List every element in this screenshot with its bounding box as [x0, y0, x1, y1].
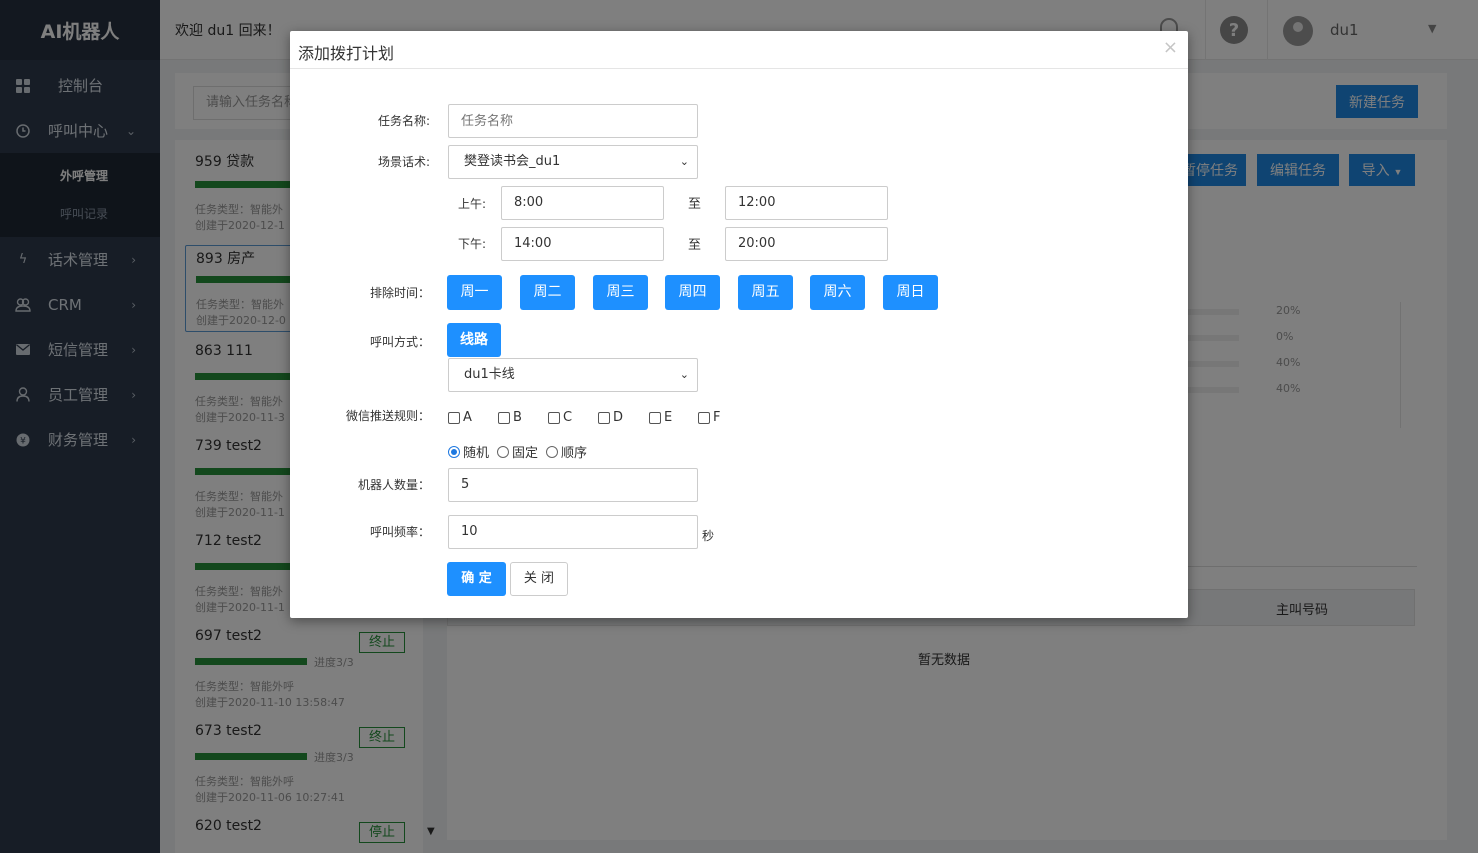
checkbox-label: B	[513, 410, 522, 425]
radio-circle[interactable]	[546, 445, 558, 458]
day-button-tue[interactable]: 周二	[520, 275, 575, 310]
day-button-mon[interactable]: 周一	[447, 275, 502, 310]
checkbox-label: C	[563, 410, 573, 425]
checkbox-c[interactable]: C	[548, 410, 572, 425]
radio-fixed[interactable]: 固定	[497, 442, 538, 461]
wechat-rule-label: 微信推送规则：	[345, 409, 430, 423]
add-call-plan-dialog: 添加拨打计划 × 任务名称: 场景话术: 樊登读书会_du1 ⌄ 上午: 8:0…	[290, 31, 1188, 618]
task-name-input[interactable]	[448, 104, 698, 138]
radio-circle[interactable]	[497, 445, 509, 458]
pm-end-input[interactable]: 20:00	[725, 227, 888, 261]
radio-circle[interactable]	[448, 445, 460, 458]
pm-label: 下午:	[458, 237, 487, 251]
checkbox-label: E	[664, 410, 673, 425]
call-frequency-label: 呼叫频率：	[369, 525, 430, 539]
checkbox-label: D	[613, 410, 624, 425]
day-button-sun[interactable]: 周日	[883, 275, 938, 310]
am-label: 上午:	[458, 197, 487, 211]
am-start-input[interactable]: 8:00	[501, 186, 664, 220]
exclude-time-label: 排除时间：	[369, 286, 430, 300]
to-label: 至	[688, 197, 702, 212]
radio-label: 固定	[512, 446, 539, 461]
checkbox-label: A	[463, 410, 472, 425]
task-name-label: 任务名称:	[377, 114, 430, 128]
day-button-sat[interactable]: 周六	[810, 275, 865, 310]
radio-label: 顺序	[561, 446, 588, 461]
checkbox-box[interactable]	[448, 411, 460, 424]
call-frequency-input[interactable]: 10	[448, 515, 698, 549]
scene-label: 场景话术:	[377, 155, 430, 169]
checkbox-a[interactable]: A	[448, 410, 472, 425]
checkbox-d[interactable]: D	[598, 410, 623, 425]
chevron-down-icon: ⌄	[679, 368, 689, 381]
call-method-label: 呼叫方式：	[369, 335, 430, 349]
checkbox-box[interactable]	[498, 411, 510, 424]
line-button[interactable]: 线路	[447, 323, 501, 357]
pm-start-input[interactable]: 14:00	[501, 227, 664, 261]
to-label: 至	[688, 238, 702, 253]
robot-count-input[interactable]: 5	[448, 468, 698, 502]
chevron-down-icon: ⌄	[679, 155, 689, 168]
day-button-thu[interactable]: 周四	[665, 275, 720, 310]
radio-sequential[interactable]: 顺序	[546, 442, 587, 461]
am-end-input[interactable]: 12:00	[725, 186, 888, 220]
checkbox-b[interactable]: B	[498, 410, 522, 425]
radio-label: 随机	[463, 446, 490, 461]
modal-title: 添加拨打计划	[298, 44, 395, 63]
radio-random[interactable]: 随机	[448, 442, 489, 461]
checkbox-box[interactable]	[548, 411, 560, 424]
close-icon[interactable]: ×	[1163, 37, 1178, 58]
robot-count-label: 机器人数量：	[357, 478, 430, 492]
scene-selected-value: 樊登读书会_du1	[464, 154, 561, 169]
confirm-button[interactable]: 确 定	[447, 562, 506, 596]
day-button-wed[interactable]: 周三	[593, 275, 648, 310]
checkbox-box[interactable]	[598, 411, 610, 424]
line-select[interactable]: du1卡线 ⌄	[448, 358, 698, 392]
checkbox-box[interactable]	[649, 411, 661, 424]
checkbox-box[interactable]	[698, 411, 710, 424]
close-button[interactable]: 关 闭	[510, 562, 568, 596]
modal-header: 添加拨打计划 ×	[290, 31, 1188, 69]
checkbox-f[interactable]: F	[698, 410, 720, 425]
frequency-unit: 秒	[702, 529, 715, 543]
checkbox-e[interactable]: E	[649, 410, 672, 425]
day-button-fri[interactable]: 周五	[738, 275, 793, 310]
scene-select[interactable]: 樊登读书会_du1 ⌄	[448, 145, 698, 179]
line-selected-value: du1卡线	[464, 367, 515, 382]
checkbox-label: F	[713, 410, 721, 425]
